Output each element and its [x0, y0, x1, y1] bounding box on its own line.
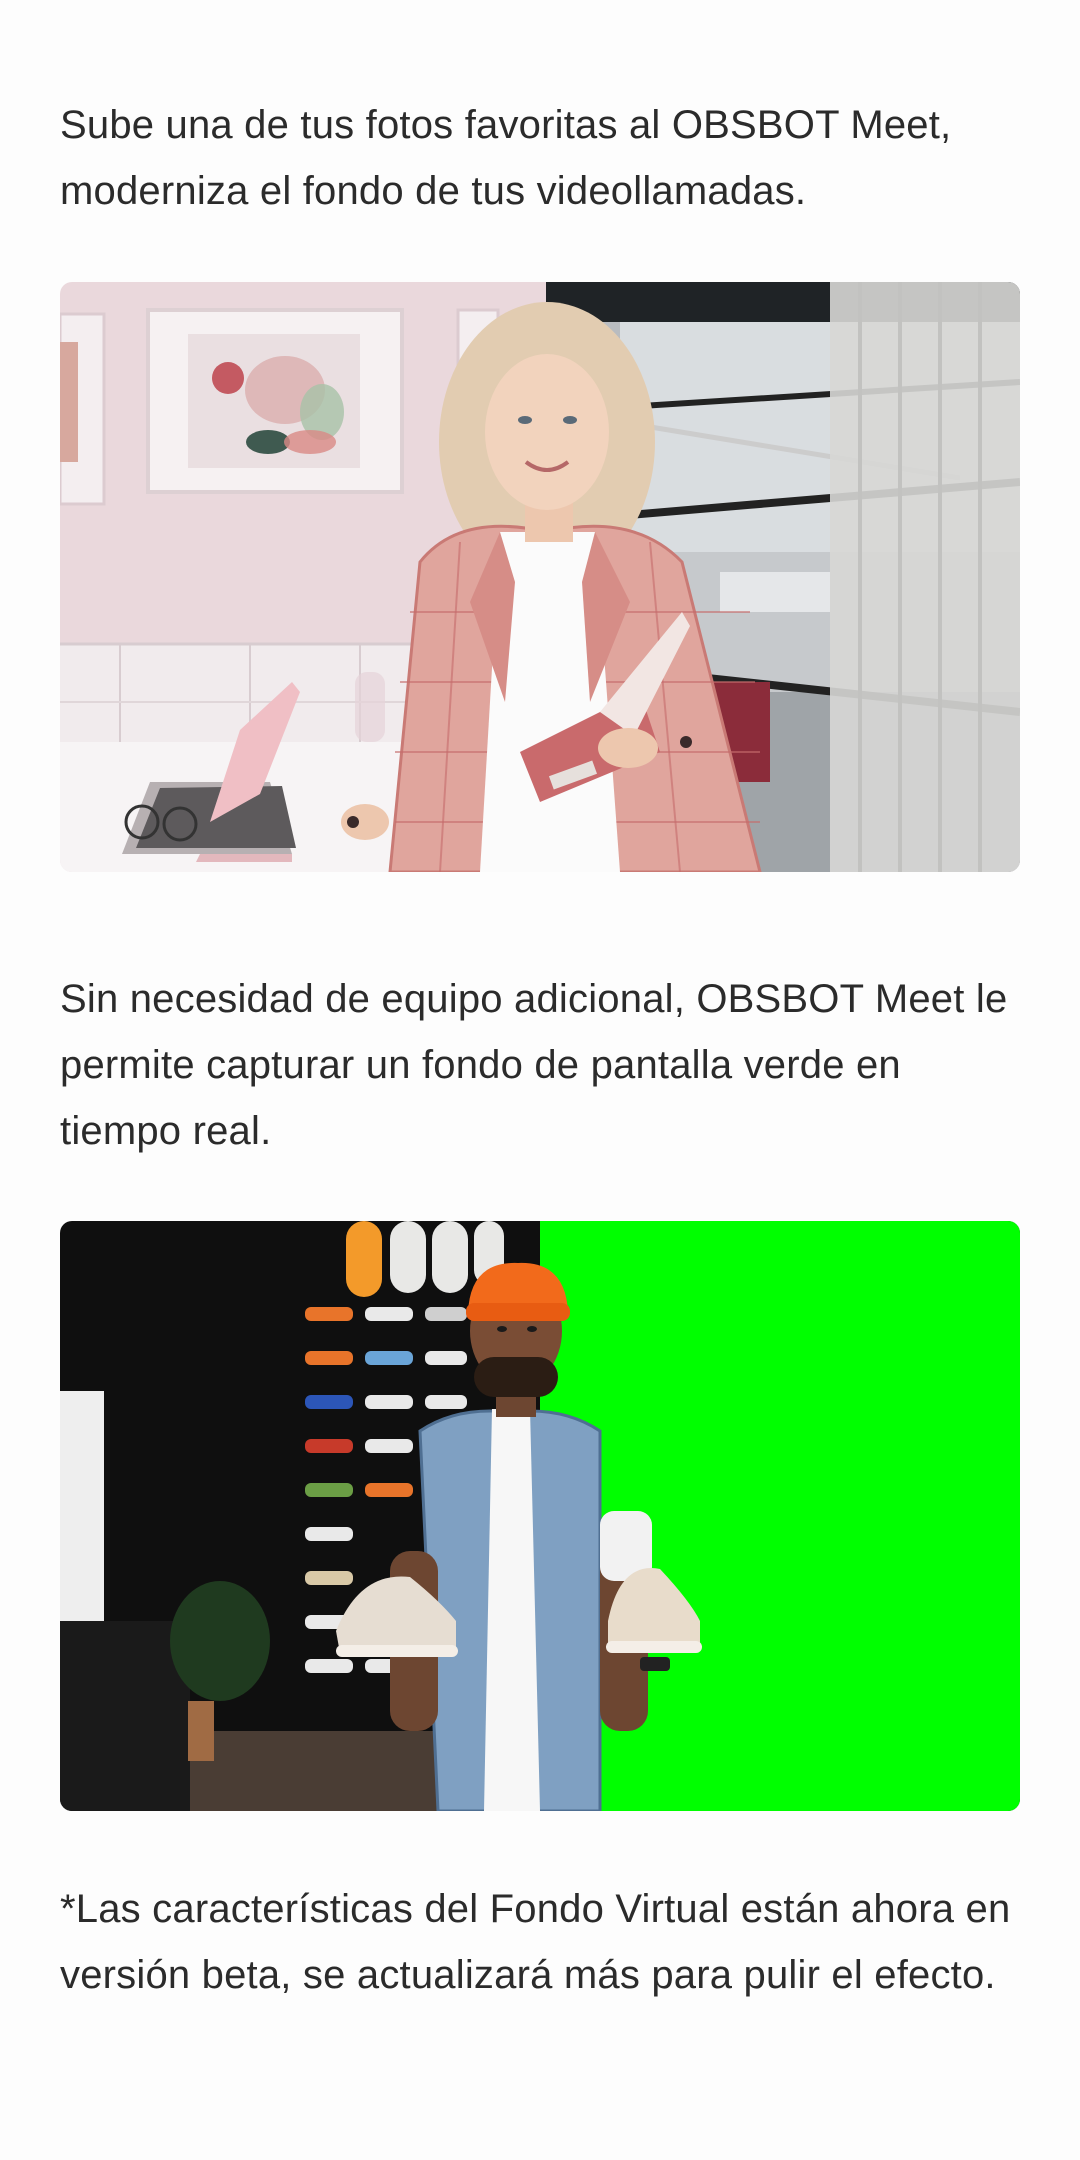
intro-paragraph: Sube una de tus fotos favoritas al OBSBO…	[60, 103, 952, 213]
article-page: Sube una de tus fotos favoritas al OBSBO…	[0, 0, 1080, 2160]
beta-note-paragraph: *Las características del Fondo Virtual e…	[60, 1887, 1011, 1997]
virtual-background-photo	[60, 282, 1020, 872]
man-sneakers-illustration	[60, 1221, 1020, 1811]
green-screen-paragraph: Sin necesidad de equipo adicional, OBSBO…	[60, 977, 1008, 1153]
woman-office-illustration	[60, 282, 1020, 872]
green-screen-photo	[60, 1221, 1020, 1811]
